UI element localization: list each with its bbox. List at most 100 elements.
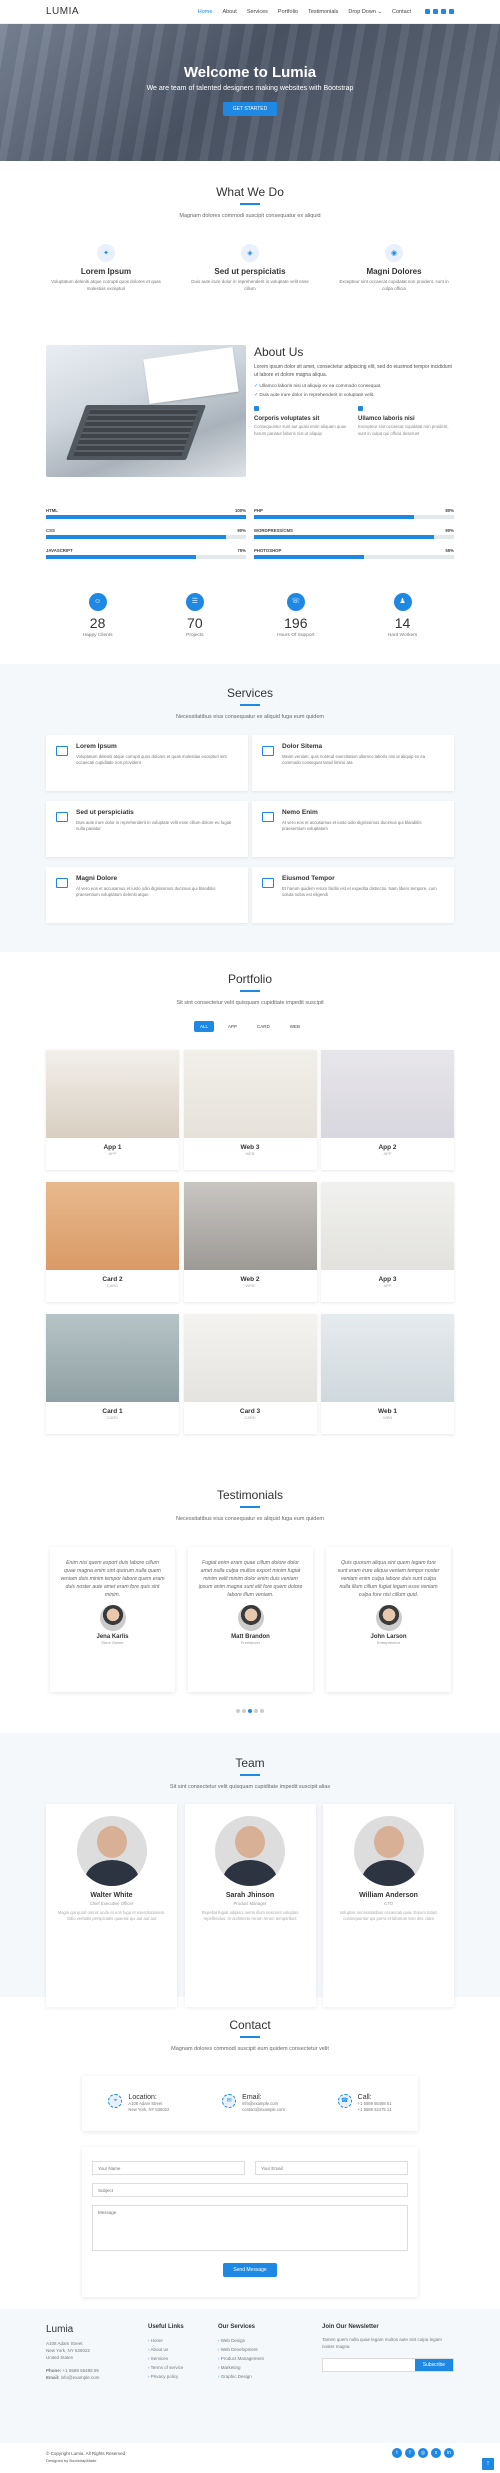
feature-text: Excepteur sint occaecat cupidatat non pr… — [339, 279, 449, 291]
skype-icon[interactable]: s — [431, 2448, 441, 2458]
nav-portfolio[interactable]: Portfolio — [278, 9, 298, 15]
portfolio-item[interactable]: App 3 APP — [321, 1182, 454, 1302]
testimonial-card: Enim nisi quem export duis labore cillum… — [50, 1547, 175, 1692]
info-title: Email: — [242, 2093, 262, 2101]
skill-header: JAVASCRIPT 75% — [46, 548, 246, 553]
portfolio-item[interactable]: App 2 APP — [321, 1050, 454, 1170]
service-card[interactable]: Dolor Sitema Minim veniam, quis nostrud e… — [252, 735, 454, 791]
instagram-icon[interactable] — [441, 9, 446, 14]
smile-icon: ☺ — [88, 593, 107, 611]
info-line: New York, NY 535022 — [128, 2107, 170, 2112]
nav-dropdown[interactable]: Drop Down ⌄ — [348, 9, 382, 15]
footer-link[interactable]: Services — [148, 2354, 184, 2363]
nav-testimonials[interactable]: Testimonials — [308, 9, 338, 15]
carousel-dot[interactable] — [236, 1709, 240, 1713]
carousel-dot-active[interactable] — [248, 1709, 252, 1713]
facebook-icon[interactable] — [433, 9, 438, 14]
portfolio-item[interactable]: Web 2 WEB — [183, 1182, 317, 1302]
contact-form: Send Message — [82, 2147, 418, 2297]
twitter-icon[interactable] — [425, 9, 430, 14]
footer-link[interactable]: Home — [148, 2336, 184, 2345]
filter-card[interactable]: CARD — [251, 1021, 276, 1032]
feature-title: Sed ut perspiciatis — [214, 267, 286, 276]
portfolio-category: APP — [383, 1151, 392, 1156]
footer-service-link[interactable]: Web Design — [218, 2336, 264, 2345]
portfolio-caption: App 3 APP — [321, 1270, 454, 1289]
skill-bar — [46, 515, 246, 519]
team-bio: Repellat fugiat adipisci nemo illum nesc… — [201, 1910, 299, 1922]
logo[interactable]: LUMIA — [46, 6, 79, 17]
subscribe-button[interactable]: Subscribe — [414, 2359, 453, 2372]
service-card[interactable]: Magni Dolore At vero eos et accusamus et … — [46, 867, 248, 923]
name-field[interactable] — [92, 2161, 245, 2175]
feature-icon: ◉ — [385, 244, 403, 262]
instagram-icon[interactable]: ◎ — [418, 2448, 428, 2458]
skill-bar — [254, 535, 454, 539]
subject-field[interactable] — [92, 2183, 408, 2197]
skill-bar-fill — [46, 515, 246, 519]
send-message-button[interactable]: Send Message — [223, 2263, 277, 2277]
footer-service-link[interactable]: Product Management — [218, 2354, 264, 2363]
service-card[interactable]: Lorem Ipsum Voluptatum deleniti atque cor… — [46, 735, 248, 791]
count-label: Projects — [186, 633, 204, 638]
email-field[interactable] — [255, 2161, 408, 2175]
skill-percent: 100% — [235, 508, 246, 513]
footer-service-link[interactable]: Marketing — [218, 2363, 264, 2372]
portfolio-category: WEB — [245, 1283, 255, 1288]
divider — [240, 990, 260, 992]
footer-service-link[interactable]: Graphic Design — [218, 2372, 264, 2381]
testimonial-role: Freelancer — [240, 1640, 261, 1646]
footer-service-link[interactable]: Web Development — [218, 2345, 264, 2354]
portfolio-image — [46, 1182, 179, 1270]
portfolio-category: APP — [383, 1283, 392, 1288]
message-field[interactable] — [92, 2205, 408, 2251]
skill-bar — [254, 555, 454, 559]
facebook-icon[interactable]: f — [405, 2448, 415, 2458]
portfolio-item[interactable]: App 1 APP — [46, 1050, 179, 1170]
portfolio-item[interactable]: Web 1 WEB — [321, 1314, 454, 1434]
get-started-button[interactable]: GET STARTED — [222, 102, 278, 116]
feature-title: Magni Dolores — [366, 267, 422, 276]
footer-logo[interactable]: Lumia — [46, 2324, 99, 2335]
footer-phone: +1 5589 55488 55 — [62, 2367, 99, 2373]
portfolio-caption: Card 1 CARD — [46, 1402, 179, 1421]
linkedin-icon[interactable] — [449, 9, 454, 14]
team-card: Walter White Chief Executive Officer Magni… — [46, 1804, 177, 2007]
portfolio-item[interactable]: Card 2 CARD — [46, 1182, 179, 1302]
portfolio-item[interactable]: Card 1 CARD — [46, 1314, 179, 1434]
service-card[interactable]: Eiusmod Tempor Et harum quidem rerum faci… — [252, 867, 454, 923]
address-line: New York, NY 535022 — [46, 2348, 90, 2354]
footer-link[interactable]: About us — [148, 2345, 184, 2354]
twitter-icon[interactable]: t — [392, 2448, 402, 2458]
portfolio-image — [46, 1314, 179, 1402]
carousel-dot[interactable] — [260, 1709, 264, 1713]
portfolio-title: App 2 — [378, 1144, 397, 1151]
back-to-top-button[interactable]: ↑ — [482, 2458, 494, 2470]
portfolio-item[interactable]: Card 3 CARD — [183, 1314, 317, 1434]
header: LUMIA Home About Services Portfolio Test… — [0, 0, 500, 24]
portfolio-item[interactable]: Web 3 WEB — [183, 1050, 317, 1170]
nav-contact[interactable]: Contact — [392, 9, 411, 15]
filter-app[interactable]: APP — [222, 1021, 243, 1032]
linkedin-icon[interactable]: in — [444, 2448, 454, 2458]
footer-link[interactable]: Terms of service — [148, 2363, 184, 2372]
newsletter-input[interactable] — [323, 2359, 415, 2372]
carousel-dot[interactable] — [254, 1709, 258, 1713]
filter-web[interactable]: WEB — [284, 1021, 306, 1032]
count-item: ♟ 14 Hard Workers — [388, 593, 417, 638]
service-text: At vero eos et accusamus et iusto odio d… — [282, 820, 422, 832]
filter-all[interactable]: ALL — [193, 1021, 214, 1032]
portfolio-category: WEB — [245, 1151, 255, 1156]
hero: Welcome to Lumia We are team of talented… — [0, 24, 500, 161]
nav-about[interactable]: About — [222, 9, 236, 15]
nav-home[interactable]: Home — [198, 9, 213, 15]
contact-info: ⌖ Location: A108 Adam Street New York, NY 5… — [82, 2076, 418, 2131]
footer-link[interactable]: Privacy policy — [148, 2372, 184, 2381]
about-list-item: Duis aute irure dolor in reprehenderit i… — [254, 392, 454, 401]
carousel-dot[interactable] — [242, 1709, 246, 1713]
service-card[interactable]: Sed ut perspiciatis Duis aute irure dolor… — [46, 801, 248, 857]
nav-services[interactable]: Services — [247, 9, 268, 15]
footer-links: Useful Links HomeAbout usServicesTerms of… — [148, 2324, 184, 2381]
portfolio-image — [321, 1314, 454, 1402]
service-card[interactable]: Nemo Enim At vero eos et accusamus et ius… — [252, 801, 454, 857]
